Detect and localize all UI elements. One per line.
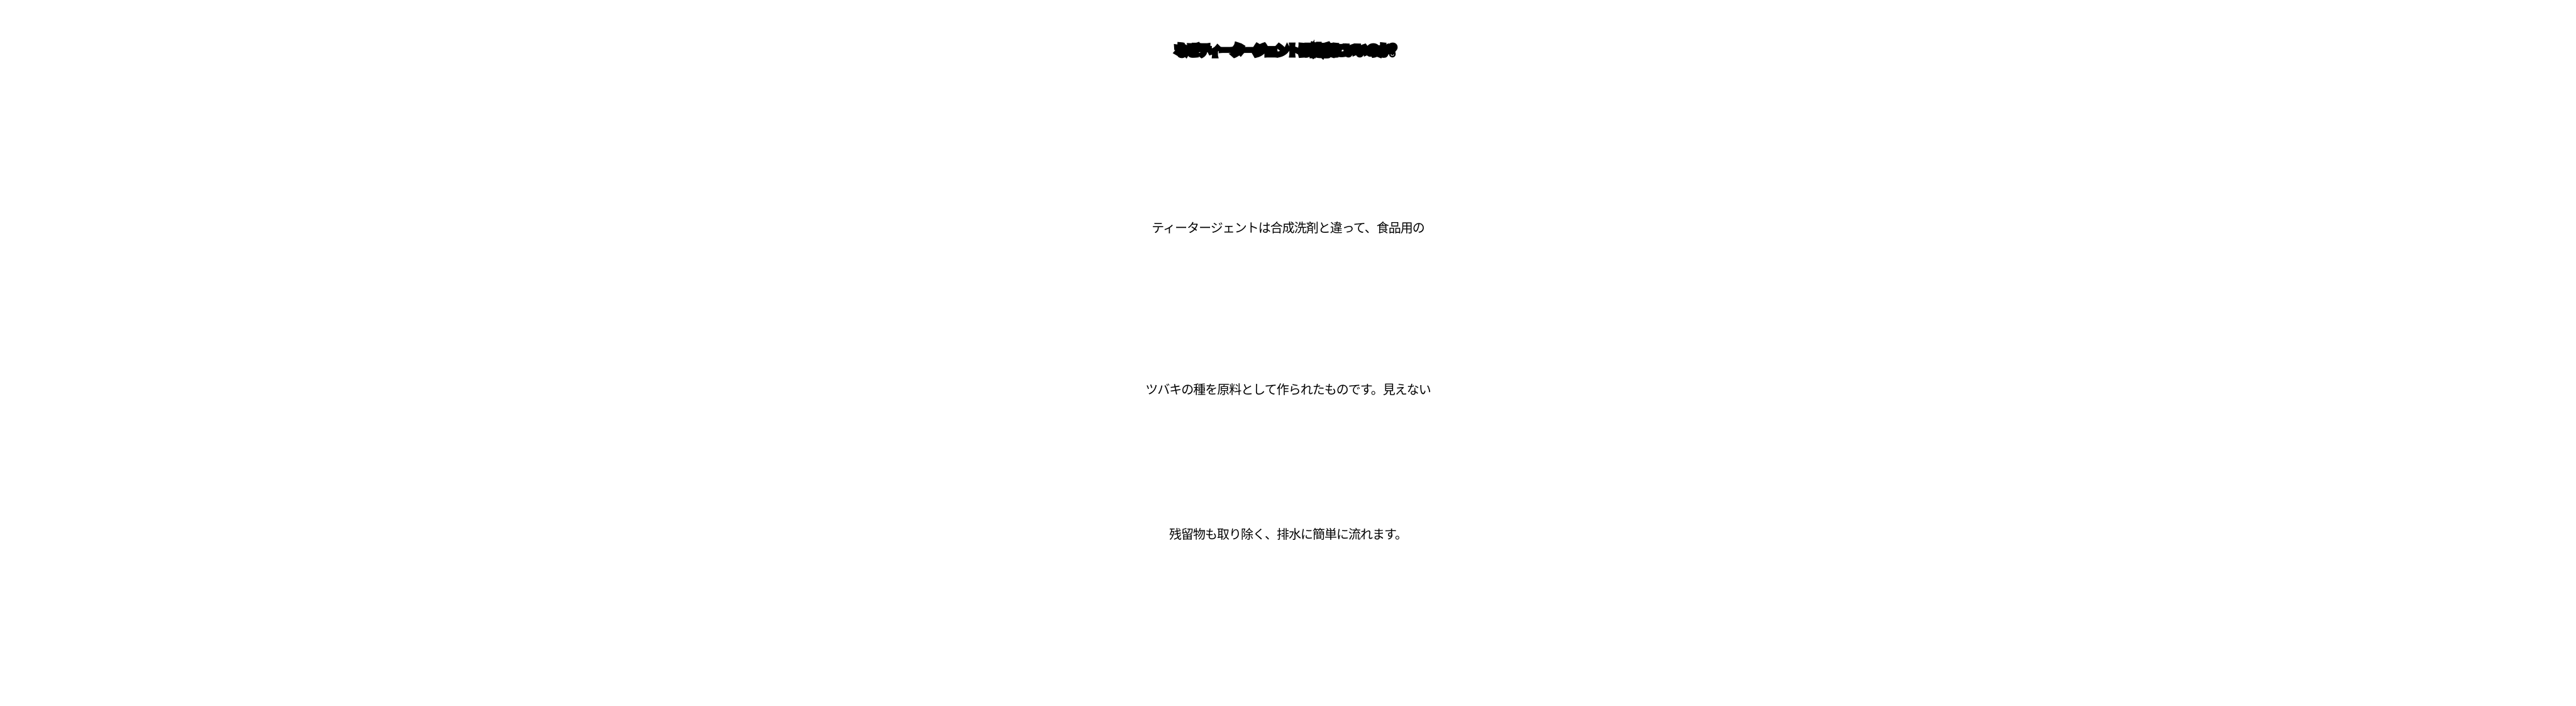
page-title: なぜティータージェントは健康にいいのか？ xyxy=(1173,42,1404,59)
document-page: なぜティータージェントは健康にいいのか？ ティータージェントは合成洗剤と違って、… xyxy=(0,0,2576,706)
body-line-2: ツバキの種を原料として作られたものです。見えない xyxy=(1145,382,1431,397)
body-line-3: 残留物も取り除く、排水に簡単に流れます。 xyxy=(1169,527,1407,542)
body-line-1: ティータージェントは合成洗剤と違って、食品用の xyxy=(1152,220,1424,235)
